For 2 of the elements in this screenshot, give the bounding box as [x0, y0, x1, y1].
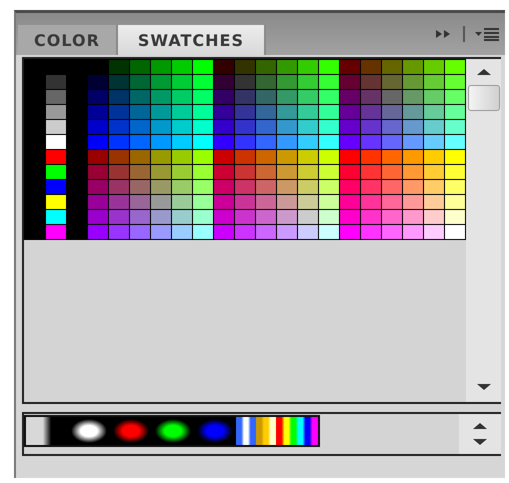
panel-tab[interactable]: COLOR	[18, 25, 118, 55]
panel-tab[interactable]: SWATCHES	[118, 25, 266, 55]
